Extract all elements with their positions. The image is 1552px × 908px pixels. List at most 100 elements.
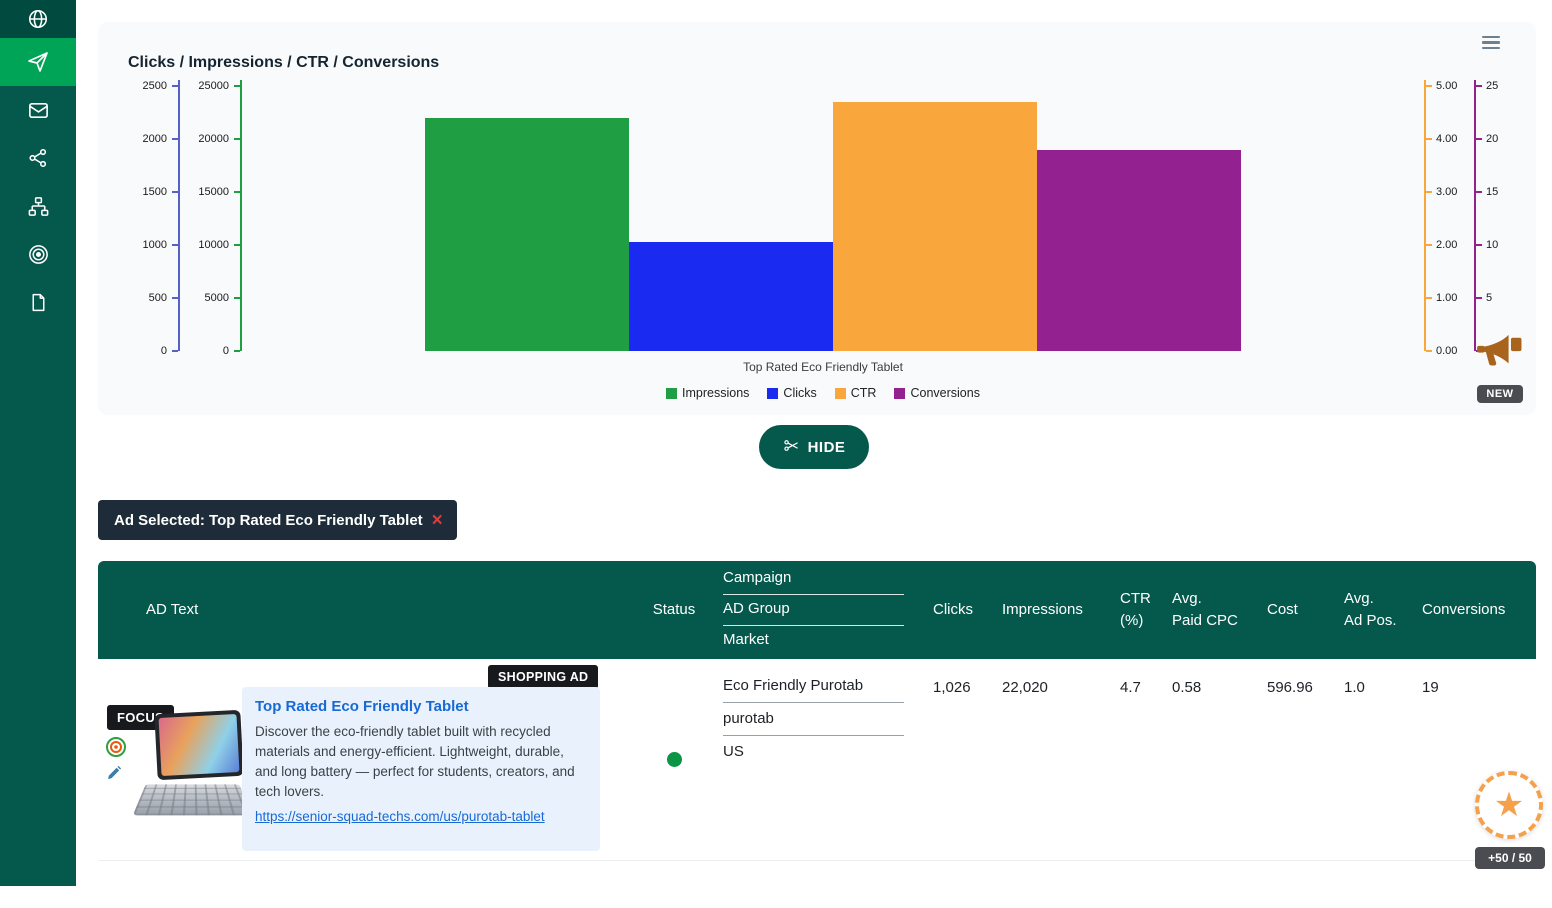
legend-label: Conversions [910,386,979,400]
cost-value: 596.96 [1248,659,1342,860]
ad-group-value: purotab [723,710,904,736]
focus-target-icon[interactable] [105,736,127,763]
legend-item-conversions[interactable]: Conversions [894,386,979,400]
avg-ad-pos-value: 1.0 [1342,659,1422,860]
col-clicks[interactable]: Clicks [918,599,986,621]
legend-swatch [666,388,677,399]
campaign-cell: Eco Friendly Purotab purotab US [710,659,918,860]
axis-tick-label: 15 [1486,186,1498,198]
axis-tick-label: 0.00 [1436,345,1457,357]
sidebar-item-mail[interactable] [0,86,76,134]
col-conversions[interactable]: Conversions [1422,599,1536,621]
rewards-counter: +50 / 50 [1475,847,1545,869]
bar-impressions[interactable] [425,118,629,351]
chart-card: Clicks / Impressions / CTR / Conversions… [98,22,1536,415]
chart-title: Clicks / Impressions / CTR / Conversions [128,54,1518,72]
legend-swatch [767,388,778,399]
bar-conversions[interactable] [1037,150,1241,351]
sidebar-item-globe[interactable] [0,0,76,38]
ad-description: Discover the eco-friendly tablet built w… [255,722,587,802]
col-cpc-line1: Avg. [1172,588,1248,610]
axis-tick-label: 15000 [198,186,229,198]
ad-preview: Top Rated Eco Friendly Tablet Discover t… [242,687,600,851]
chart-plot-area: 25002000150010005000 2500020000150001000… [128,86,1518,351]
axis-tick-label: 5.00 [1436,80,1457,92]
col-ad-text[interactable]: AD Text [98,599,638,621]
ad-selected-banner: Ad Selected: Top Rated Eco Friendly Tabl… [98,500,457,540]
legend-label: Clicks [783,386,816,400]
plot [242,86,1424,351]
legend-item-impressions[interactable]: Impressions [666,386,749,400]
hide-chart-button[interactable]: HIDE [759,425,870,469]
col-cost[interactable]: Cost [1248,599,1342,621]
col-ctr-line2: (%) [1120,610,1154,632]
col-ad-group[interactable]: AD Group [723,595,904,626]
axis-tick-label: 10 [1486,239,1498,251]
axis-conversions: 2520151050 [1474,86,1518,351]
table-row[interactable]: FOCUS S [98,659,1536,861]
legend-item-ctr[interactable]: CTR [835,386,877,400]
sitemap-icon [27,195,50,218]
legend-swatch [894,388,905,399]
col-status[interactable]: Status [638,599,710,621]
megaphone-icon [1474,333,1526,380]
axis-tick-label: 25000 [198,80,229,92]
mail-icon [27,99,50,122]
col-avg-ad-pos[interactable]: Avg. Ad Pos. [1342,588,1422,632]
ctr-value: 4.7 [1102,659,1154,860]
axis-tick-label: 500 [149,292,167,304]
ad-selected-text: Ad Selected: Top Rated Eco Friendly Tabl… [114,512,423,529]
axis-tick-label: 0 [161,345,167,357]
ad-title[interactable]: Top Rated Eco Friendly Tablet [255,698,587,715]
shopping-ad-badge: SHOPPING AD [488,665,598,689]
sidebar-item-document[interactable] [0,278,76,326]
globe-icon [27,8,49,30]
document-icon [28,292,49,313]
sidebar-item-send[interactable] [0,38,76,86]
promo-widget[interactable]: NEW [1474,333,1526,403]
col-impressions[interactable]: Impressions [986,599,1102,621]
star-icon: ★ [1494,788,1524,822]
axis-ctr: 5.004.003.002.001.000.00 [1424,86,1474,351]
sidebar-item-target[interactable] [0,230,76,278]
chart-menu-icon[interactable] [1482,30,1502,55]
axis-tick-label: 1000 [143,239,167,251]
avg-paid-cpc-value: 0.58 [1154,659,1248,860]
campaign-value: Eco Friendly Purotab [723,677,904,703]
edit-ad-icon[interactable] [106,765,122,786]
col-campaign[interactable]: Campaign [723,564,904,595]
axis-tick-label: 5 [1486,292,1492,304]
legend-item-clicks[interactable]: Clicks [767,386,816,400]
share-icon [27,147,49,169]
bar-ctr[interactable] [833,102,1037,351]
chart-legend: Impressions Clicks CTR Conversions [128,386,1518,400]
ad-cell: FOCUS S [98,659,638,860]
send-icon [26,50,50,74]
ad-product-image [140,710,245,825]
axis-tick-label: 4.00 [1436,133,1457,145]
axis-tick-label: 25 [1486,80,1498,92]
ad-url-link[interactable]: https://senior-squad-techs.com/us/purota… [255,809,545,824]
clear-selection-icon[interactable]: × [432,511,443,530]
rewards-fab[interactable]: ★ [1475,771,1543,839]
sidebar-item-sitemap[interactable] [0,182,76,230]
new-badge: NEW [1477,385,1522,403]
axis-impressions: 2500020000150001000050000 [180,86,242,351]
axis-tick-label: 2500 [143,80,167,92]
sidebar-item-share[interactable] [0,134,76,182]
axis-tick-label: 3.00 [1436,186,1457,198]
axis-clicks: 25002000150010005000 [128,86,180,351]
impressions-value: 22,020 [986,659,1102,860]
axis-tick-label: 1500 [143,186,167,198]
col-ctr-line1: CTR [1120,588,1154,610]
legend-label: Impressions [682,386,749,400]
col-pos-line2: Ad Pos. [1344,610,1422,632]
col-avg-paid-cpc[interactable]: Avg. Paid CPC [1154,588,1248,632]
plot-bars [242,86,1424,351]
bar-clicks[interactable] [629,242,833,351]
axis-tick-label: 20 [1486,133,1498,145]
axis-tick-label: 20000 [198,133,229,145]
col-market[interactable]: Market [723,626,904,656]
col-ctr[interactable]: CTR (%) [1102,588,1154,632]
axis-tick-label: 2000 [143,133,167,145]
